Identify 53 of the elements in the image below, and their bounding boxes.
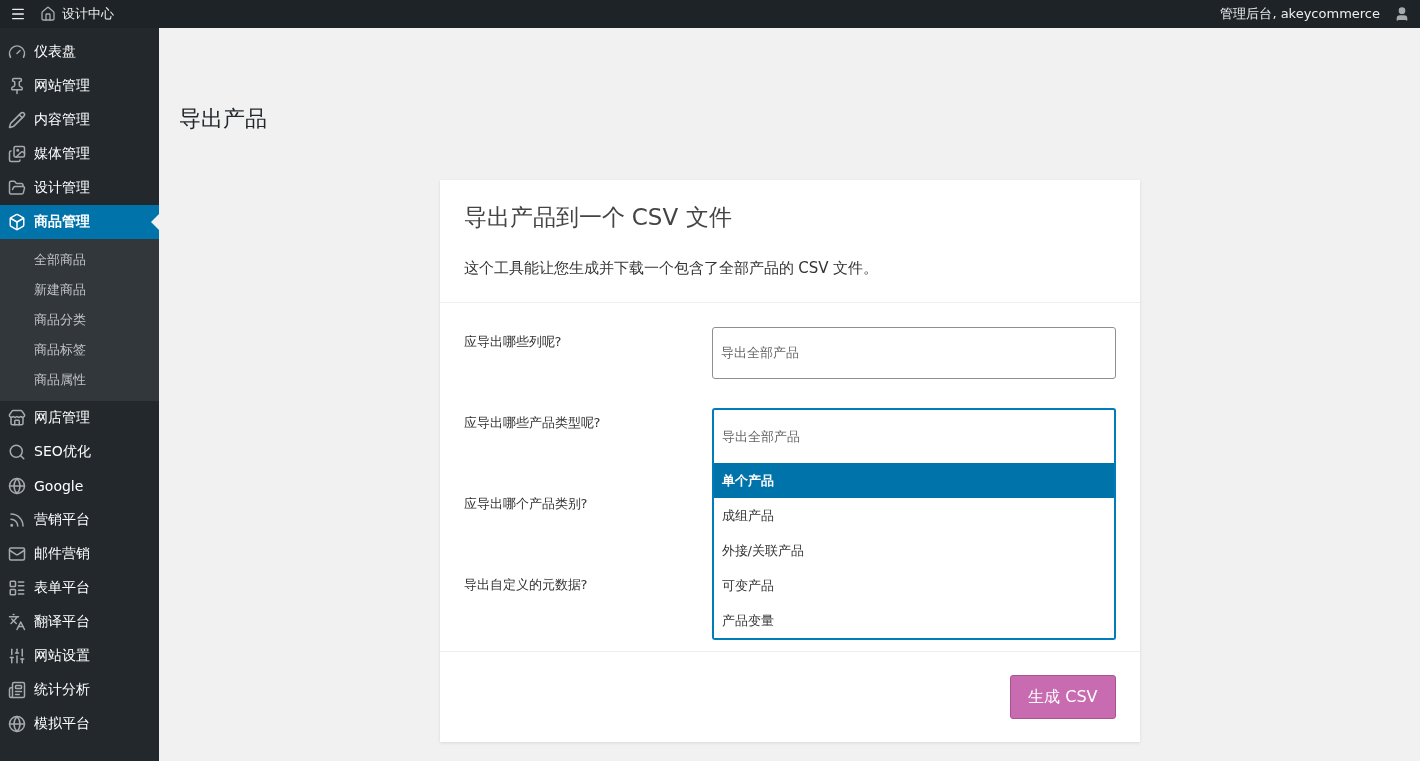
sidebar-item[interactable]: 商品管理 — [0, 205, 159, 239]
submenu-item[interactable]: 商品分类 — [0, 305, 159, 335]
mail-icon — [8, 545, 26, 563]
search-icon — [8, 443, 26, 461]
newspaper-icon — [8, 681, 26, 699]
field-label: 导出自定义的元数据? — [463, 576, 589, 594]
sidebar-item[interactable]: Google — [0, 469, 159, 503]
active-pointer — [151, 214, 159, 230]
home-icon[interactable] — [40, 6, 56, 22]
pencil-icon — [8, 111, 26, 129]
sidebar-item[interactable]: 网店管理 — [0, 401, 159, 435]
sidebar-item[interactable]: SEO优化 — [0, 435, 159, 469]
images-icon — [8, 145, 26, 163]
sidebar-item[interactable]: 仪表盘 — [0, 35, 159, 69]
store-icon — [8, 409, 26, 427]
field-label: 应导出哪个产品类别? — [463, 495, 589, 513]
box-icon — [8, 213, 26, 231]
sidebar-item[interactable]: 媒体管理 — [0, 137, 159, 171]
globe-icon — [8, 715, 26, 733]
sidebar-item[interactable]: 营销平台 — [0, 503, 159, 537]
card-description: 这个工具能让您生成并下载一个包含了全部产品的 CSV 文件。 — [463, 259, 880, 278]
globe-icon — [8, 477, 26, 495]
sidebar-item[interactable]: 表单平台 — [0, 571, 159, 605]
gauge-icon — [8, 43, 26, 61]
site-name[interactable]: 设计中心 — [62, 5, 114, 23]
sidebar-item[interactable]: 翻译平台 — [0, 605, 159, 639]
sidebar-item[interactable]: 设计管理 — [0, 171, 159, 205]
submenu-item[interactable]: 新建商品 — [0, 275, 159, 305]
list-icon — [8, 579, 26, 597]
card-title: 导出产品到一个 CSV 文件 — [463, 203, 733, 232]
dropdown-option[interactable]: 单个产品 — [713, 463, 1114, 498]
sidebar-item[interactable]: 模拟平台 — [0, 707, 159, 741]
account-name[interactable]: 管理后台, akeycommerce — [1220, 5, 1380, 23]
submenu-item[interactable]: 商品标签 — [0, 335, 159, 365]
sidebar-item[interactable]: 网站设置 — [0, 639, 159, 673]
sidebar-item[interactable]: 统计分析 — [0, 673, 159, 707]
field-label: 应导出哪些产品类型呢? — [463, 414, 602, 432]
sidebar-item[interactable]: 内容管理 — [0, 103, 159, 137]
user-icon[interactable] — [1394, 6, 1410, 22]
page-title: 导出产品 — [179, 105, 268, 133]
select-field[interactable]: 导出全部产品 — [711, 327, 1116, 379]
pin-icon — [8, 77, 26, 95]
folder-icon — [8, 179, 26, 197]
select-field[interactable]: 导出全部产品 — [711, 408, 1116, 463]
field-label: 应导出哪些列呢? — [463, 333, 563, 351]
translate-icon — [8, 613, 26, 631]
menu-icon[interactable] — [10, 6, 26, 22]
rss-icon — [8, 511, 26, 529]
sidebar-item[interactable]: 网站管理 — [0, 69, 159, 103]
submenu-item[interactable]: 全部商品 — [0, 245, 159, 275]
sidebar-item[interactable]: 邮件营销 — [0, 537, 159, 571]
submenu-item[interactable]: 商品属性 — [0, 365, 159, 395]
sliders-icon — [8, 647, 26, 665]
